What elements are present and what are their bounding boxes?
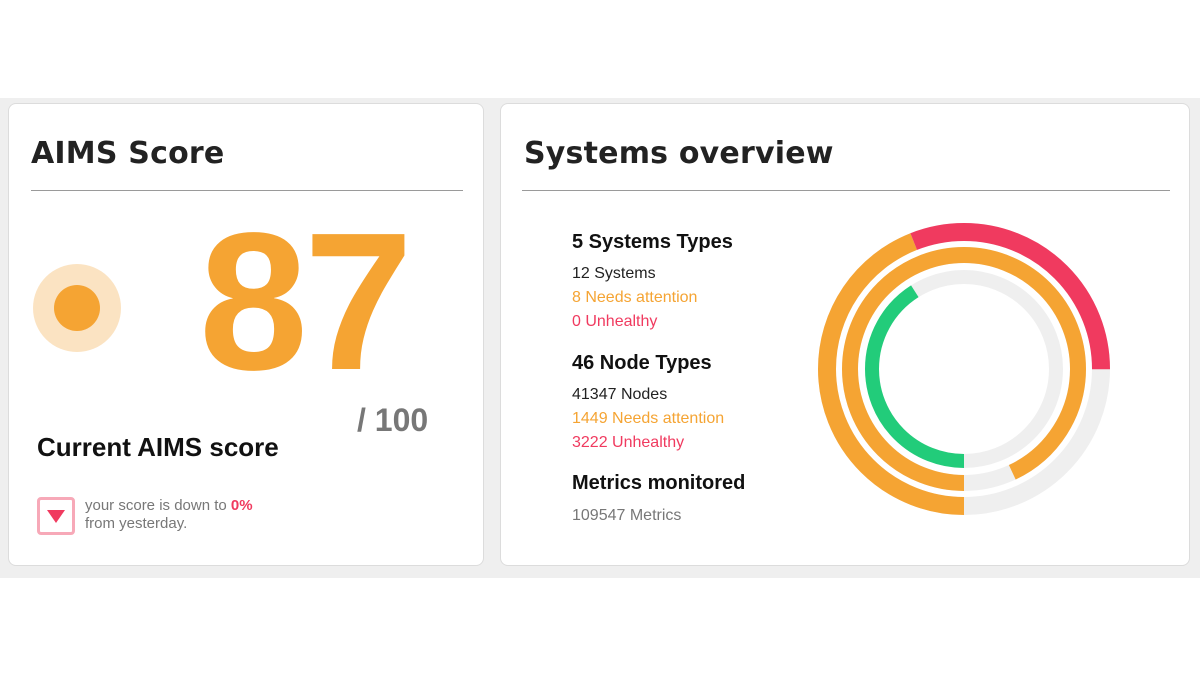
systems-count: 12 Systems [572, 265, 656, 282]
metrics-count: 109547 Metrics [572, 507, 682, 524]
aims-divider [31, 190, 463, 191]
nodes-attention: 1449 Needs attention [572, 410, 725, 427]
status-dot-icon [33, 264, 121, 352]
systems-card-title: Systems overview [524, 136, 834, 171]
systems-divider [522, 190, 1170, 191]
aims-score-max: / 100 [357, 402, 429, 438]
aims-score-value: 87 [199, 192, 413, 411]
status-dot-core [54, 285, 100, 331]
triangle-down-icon [47, 510, 65, 523]
nodes-unhealthy: 3222 Unhealthy [572, 434, 685, 451]
trend-down-icon [37, 497, 75, 535]
systems-attention: 8 Needs attention [572, 289, 698, 306]
node-types-heading: 46 Node Types [572, 352, 712, 374]
trend-text: your score is down to 0% from yesterday. [85, 497, 305, 533]
aims-score-label: Current AIMS score [37, 432, 279, 462]
trend-value: 0% [230, 497, 253, 514]
metrics-heading: Metrics monitored [572, 472, 746, 494]
aims-score-card: AIMS Score 87 / 100 Current AIMS score y… [8, 103, 484, 566]
aims-card-title: AIMS Score [31, 136, 225, 171]
systems-unhealthy: 0 Unhealthy [572, 313, 658, 330]
ring-2-segment-1 [842, 247, 1086, 491]
systems-overview-card: Systems overview 5 Systems Types 12 Syst… [500, 103, 1190, 566]
system-types-heading: 5 Systems Types [572, 231, 733, 253]
nodes-count: 41347 Nodes [572, 386, 668, 403]
trend-prefix: your score is down to [85, 497, 231, 514]
health-ring-chart [818, 223, 1110, 515]
trend-suffix: from yesterday. [85, 515, 188, 532]
